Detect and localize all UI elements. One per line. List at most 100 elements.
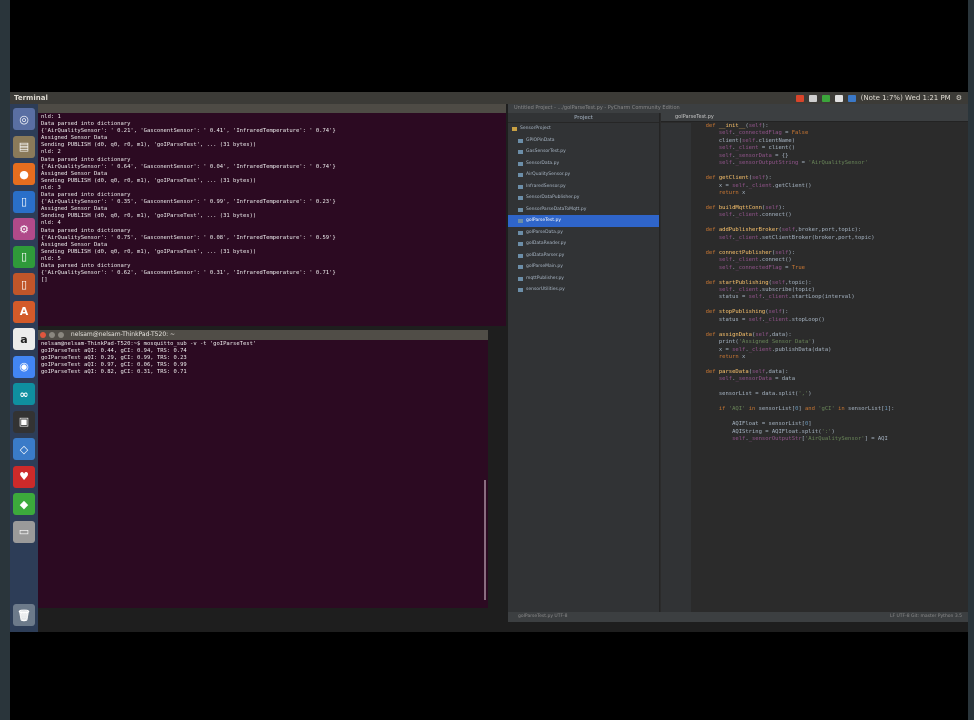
firefox-icon[interactable]: ● (13, 163, 35, 185)
bluetooth-icon[interactable] (847, 94, 856, 102)
settings-icon[interactable]: ⚙ (13, 218, 35, 240)
terminal-line: {'AirQualitySensor': ' 0.21', 'Gasconent… (41, 128, 336, 135)
python-file-icon (518, 219, 523, 223)
status-right: LF UTF-8 Git: master Python 3.5 (889, 614, 962, 619)
file-item[interactable]: AirQualitySensor.py (508, 169, 659, 181)
files-icon[interactable]: ▤ (13, 135, 35, 158)
tray-clock[interactable]: (Note 1:7%) Wed 1:21 PM (861, 92, 951, 104)
code-editor[interactable]: goIParseTest.py def __init__(self): self… (661, 113, 968, 622)
pycharm-window[interactable]: Untitled Project - .../goIParseTest.py -… (508, 104, 968, 622)
code-line: client(self.clientName) (699, 137, 796, 144)
python-file-icon (518, 265, 523, 269)
file-item[interactable]: mqttPublisher.py (508, 273, 659, 285)
code-line: return x (718, 354, 746, 361)
network-icon[interactable] (808, 94, 817, 102)
file-item[interactable]: InfraredSensor.py (508, 181, 659, 193)
arduino-icon[interactable]: ∞ (13, 383, 35, 405)
ubuntu-dash-icon[interactable]: ◎ (13, 108, 35, 130)
code-line: self._sensorData = data (718, 376, 796, 383)
app-green-icon[interactable]: ◆ (13, 493, 35, 515)
terminal-line: Assigned Sensor Data (41, 170, 108, 177)
terminal-line: [] (41, 277, 48, 284)
code-line: AQIFloat = sensorList[0] (699, 421, 812, 428)
file-item[interactable]: goIDataParser.py (508, 250, 659, 262)
libreoffice-writer-icon[interactable]: ▯ (13, 190, 35, 213)
file-item[interactable]: sensorUtilities.py (508, 284, 659, 296)
file-item[interactable]: SensorParseDataToMqtt.py (508, 204, 659, 216)
file-item[interactable]: goIParseTest.py (508, 215, 659, 227)
maximize-icon[interactable] (58, 332, 64, 338)
ide-status-bar: goIParseTest.py UTF-8 LF UTF-8 Git: mast… (508, 612, 968, 622)
folder-icon (512, 127, 517, 131)
file-label: GasSensorTest.py (526, 149, 566, 154)
chromium-icon[interactable]: ◉ (13, 355, 35, 378)
vscode-icon[interactable]: ◇ (13, 438, 35, 460)
file-label: SensorParseDataToMqtt.py (526, 206, 587, 212)
battery-icon[interactable] (821, 94, 830, 102)
project-tree-panel: Project SensorProject GPIOPinData GasSenso… (508, 113, 660, 622)
scrollbar[interactable] (484, 480, 486, 600)
code-line: def addPublisherBroker(self,broker,port,… (705, 227, 862, 234)
python-file-icon (518, 253, 523, 258)
desktop-screen: Terminal (Note 1:7%) Wed 1:21 PM ⚙ ◎ ▤ ● ▯ ⚙… (10, 92, 968, 632)
code-line: self._sensorOutputStr['AirQualitySensor'… (732, 436, 888, 443)
file-label: mqttPublisher.py (526, 275, 564, 281)
code-line: if 'AQI' in sensorList[0] and 'gCI' in s… (718, 406, 895, 413)
python-file-icon (518, 230, 523, 235)
code-line: self._client.setClientBroker(broker,port… (718, 234, 875, 241)
terminal-line: goIParseTest aQI: 0.44, gCI: 0.94, TRS: … (41, 348, 187, 355)
update-icon[interactable] (795, 94, 804, 102)
disk-icon[interactable]: ▭ (13, 520, 35, 543)
terminal-window-subscriber[interactable]: nelsam@nelsam-ThinkPad-T520: ~ nelsam@ne… (38, 330, 488, 608)
code-line: self._sensorOutputString = 'AirQualitySe… (718, 160, 868, 167)
file-item[interactable]: goIParseMain.py (508, 261, 659, 273)
code-line: def getClient(self): (705, 175, 772, 182)
file-label: goIDataParser.py (526, 252, 565, 258)
file-list: SensorProject GPIOPinData GasSensorTest.py… (508, 123, 659, 296)
terminal-icon[interactable]: ▣ (13, 410, 35, 433)
software-center-icon[interactable]: A (13, 300, 35, 323)
line-gutter (661, 123, 691, 622)
project-root-item[interactable]: SensorProject (508, 123, 659, 135)
file-item[interactable]: SensorData.py (508, 158, 659, 170)
code-line: self._connectedFlag = True (718, 264, 805, 271)
file-item[interactable]: GasSensorTest.py (508, 146, 659, 158)
code-line: x = self._client.getClient() (699, 182, 812, 189)
terminal-line: nld: 2 (41, 149, 61, 156)
unity-launcher: ◎ ▤ ● ▯ ⚙ ▯ ▯ Aa ◉ ∞ ▣ ◇ ♥ ◆ ▭ 🗑 (10, 104, 38, 632)
editor-tab[interactable]: goIParseTest.py (661, 113, 968, 122)
terminal-line: Data parsed into dictionary (41, 156, 131, 163)
file-label: InfraredSensor.py (526, 183, 566, 189)
system-tray: (Note 1:7%) Wed 1:21 PM ⚙ (795, 92, 962, 104)
settings-gear-icon[interactable]: ⚙ (956, 92, 962, 104)
app-red-icon[interactable]: ♥ (13, 465, 35, 488)
keyboard-icon[interactable] (834, 94, 843, 102)
terminal-window-publisher[interactable]: nld: 1 Data parsed into dictionary {'AirQu… (38, 104, 506, 326)
file-item[interactable]: GPIOPinData (508, 135, 659, 147)
terminal-line: goIParseTest aQI: 0.29, gCI: 0.99, TRS: … (41, 355, 187, 362)
amazon-icon[interactable]: a (13, 328, 35, 350)
close-icon[interactable] (40, 332, 46, 338)
trash-icon[interactable]: 🗑 (13, 604, 35, 626)
libreoffice-calc-icon[interactable]: ▯ (13, 245, 35, 268)
code-line: status = self._client.stopLoop() (699, 316, 825, 323)
code-line: self._connectedFlag = False (718, 130, 809, 137)
libreoffice-impress-icon[interactable]: ▯ (13, 273, 35, 295)
file-item[interactable]: goIParseData.py (508, 227, 659, 239)
top-panel: Terminal (Note 1:7%) Wed 1:21 PM ⚙ (10, 92, 968, 104)
python-file-icon (518, 161, 523, 166)
code-line: self._sensorData = {} (718, 152, 789, 159)
file-item[interactable]: goIDataReader.py (508, 238, 659, 250)
code-area[interactable]: def __init__(self): self._connectedFlag … (699, 123, 967, 622)
terminal-tabbar (38, 104, 506, 113)
file-item[interactable]: SensorDataPublisher.py (508, 192, 659, 204)
terminal-line: Sending PUBLISH (d0, q0, r0, m1), 'goIPa… (41, 213, 257, 220)
file-label: goIParseTest.py (526, 218, 561, 223)
minimize-icon[interactable] (49, 332, 55, 338)
